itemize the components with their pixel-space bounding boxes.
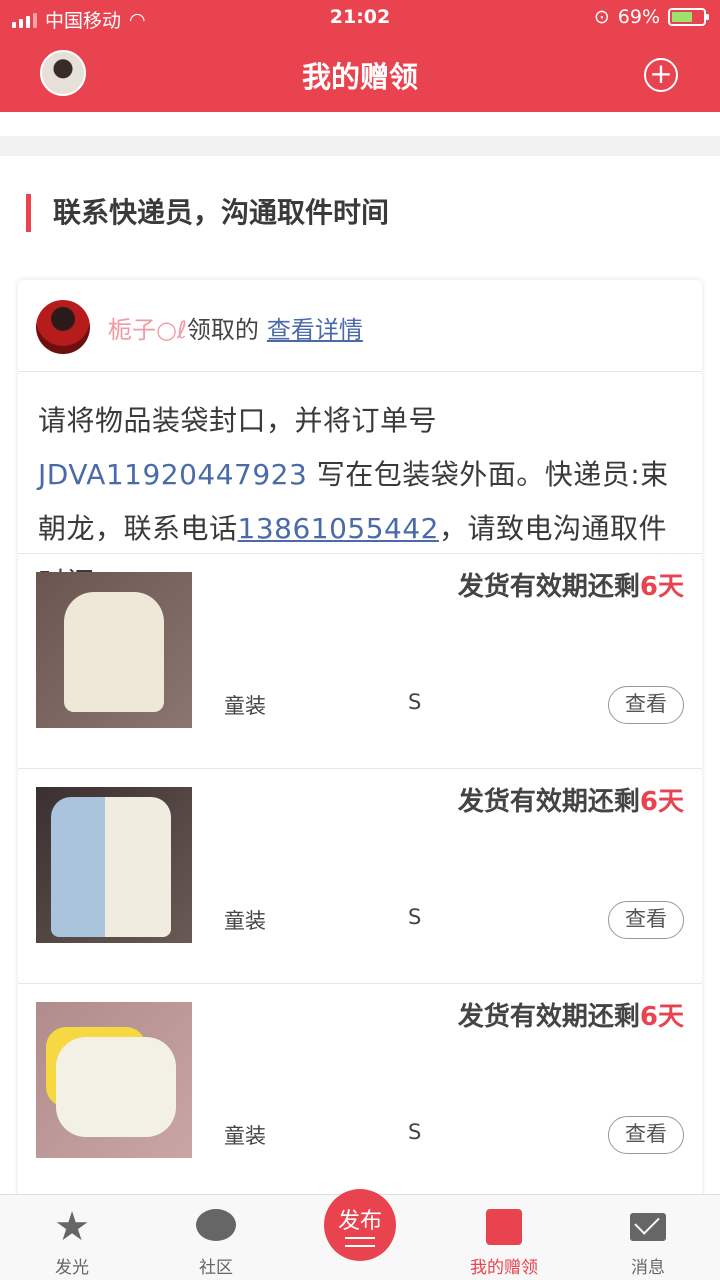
tab-label: 社区 bbox=[199, 1258, 233, 1278]
item-category: 童装 bbox=[224, 1124, 266, 1148]
tab-messages[interactable]: 消息 bbox=[576, 1195, 720, 1280]
notice-prefix: 请将物品装袋封口，并将订单号 bbox=[38, 404, 438, 437]
expire-prefix: 发货有效期还剩 bbox=[457, 1002, 640, 1032]
item-size: S bbox=[408, 1120, 422, 1144]
gift-icon bbox=[486, 1209, 522, 1245]
chat-icon bbox=[196, 1209, 236, 1241]
item-size: S bbox=[408, 905, 422, 929]
expire-prefix: 发货有效期还剩 bbox=[457, 572, 640, 602]
expire-text: 发货有效期还剩6天 bbox=[458, 996, 684, 1033]
list-item[interactable]: 发货有效期还剩6天 童装 S 查看 bbox=[18, 984, 702, 1199]
status-right: ⊙ 69% bbox=[593, 6, 709, 28]
publish-icon bbox=[345, 1237, 375, 1247]
battery-icon bbox=[668, 8, 709, 26]
card-header: 栀子○ℓ领取的 查看详情 bbox=[18, 280, 702, 372]
star-icon: ★ bbox=[54, 1204, 90, 1250]
page-title: 我的赠领 bbox=[301, 60, 418, 94]
tab-label: 消息 bbox=[631, 1258, 665, 1278]
expire-prefix: 发货有效期还剩 bbox=[457, 787, 640, 817]
expire-text: 发货有效期还剩6天 bbox=[458, 566, 684, 603]
orientation-lock-icon: ⊙ bbox=[593, 6, 610, 28]
expire-text: 发货有效期还剩6天 bbox=[458, 781, 684, 818]
view-details-link[interactable]: 查看详情 bbox=[267, 316, 363, 344]
shipping-notice: 请将物品装袋封口，并将订单号 JDVA11920447923 写在包装袋外面。快… bbox=[18, 372, 702, 599]
nav-bar: 我的赠领 + bbox=[0, 36, 720, 112]
content-section: 联系快递员，沟通取件时间 栀子○ℓ领取的 查看详情 请将物品装袋封口，并将订单号 … bbox=[0, 156, 720, 1240]
tab-label: 发光 bbox=[55, 1258, 89, 1278]
list-item[interactable]: 发货有效期还剩6天 童装 S 查看 bbox=[18, 769, 702, 984]
claim-card: 栀子○ℓ领取的 查看详情 请将物品装袋封口，并将订单号 JDVA119204479… bbox=[18, 280, 702, 1240]
top-strip bbox=[0, 112, 720, 136]
plus-circle-icon[interactable]: + bbox=[644, 58, 678, 92]
item-photo[interactable] bbox=[36, 787, 192, 943]
tab-label: 我的赠领 bbox=[470, 1258, 538, 1278]
order-number: JDVA11920447923 bbox=[38, 458, 308, 491]
publish-button[interactable]: 发布 bbox=[324, 1189, 396, 1261]
tab-my-gifts[interactable]: 我的赠领 bbox=[432, 1195, 576, 1280]
expire-days: 6天 bbox=[639, 572, 684, 602]
view-button[interactable]: 查看 bbox=[608, 1116, 684, 1154]
item-photo[interactable] bbox=[36, 1002, 192, 1158]
item-size: S bbox=[408, 690, 422, 714]
list-item[interactable]: 发货有效期还剩6天 童装 S 查看 bbox=[18, 554, 702, 769]
claim-action-text: 领取的 bbox=[186, 316, 259, 344]
publish-label: 发布 bbox=[337, 1209, 382, 1234]
view-button[interactable]: 查看 bbox=[608, 901, 684, 939]
expire-days: 6天 bbox=[639, 787, 684, 817]
item-category: 童装 bbox=[224, 694, 266, 718]
claim-line: 栀子○ℓ领取的 查看详情 bbox=[108, 310, 363, 345]
courier-phone-link[interactable]: 13861055442 bbox=[238, 512, 439, 545]
battery-percent: 69% bbox=[617, 6, 660, 28]
tab-glow[interactable]: ★ 发光 bbox=[0, 1195, 144, 1280]
item-category: 童装 bbox=[224, 909, 266, 933]
status-bar: 中国移动 ◠ 21:02 ⊙ 69% bbox=[0, 0, 720, 36]
tab-bar: ★ 发光 社区 发布 我的赠领 消息 bbox=[0, 1189, 720, 1280]
mail-icon bbox=[630, 1213, 666, 1241]
user-name[interactable]: 栀子○ℓ bbox=[108, 316, 187, 344]
user-avatar[interactable] bbox=[36, 300, 90, 354]
section-title: 联系快递员，沟通取件时间 bbox=[26, 194, 389, 232]
expire-days: 6天 bbox=[639, 1002, 684, 1032]
item-photo[interactable] bbox=[36, 572, 192, 728]
view-button[interactable]: 查看 bbox=[608, 686, 684, 724]
tab-community[interactable]: 社区 bbox=[144, 1195, 288, 1280]
